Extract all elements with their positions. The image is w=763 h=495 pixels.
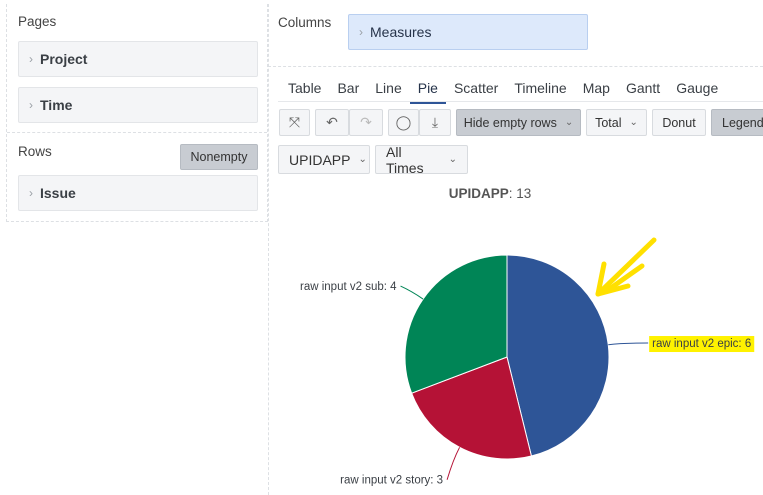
chevron-down-icon: ⌄: [448, 154, 457, 165]
dimension-label: Measures: [370, 24, 432, 40]
pie-leader-line-2: [400, 285, 424, 300]
chevron-down-icon: ⌄: [564, 117, 574, 128]
download-button[interactable]: ⤓: [419, 109, 451, 136]
selector-label: All Times: [386, 143, 424, 176]
page-dimension-project[interactable]: › Project: [18, 41, 258, 77]
row-dimension-issue[interactable]: › Issue: [18, 175, 258, 211]
comment-button[interactable]: ◯: [388, 109, 419, 136]
chevron-right-icon: ›: [29, 186, 33, 200]
annotation-arrow-icon: [595, 237, 657, 297]
pie-leader-line-0: [608, 342, 649, 346]
tabs-underline: [278, 101, 763, 102]
rows-title: Rows: [18, 144, 52, 159]
pie-chart: raw input v2 epic: 6 raw input v2 story: …: [300, 237, 755, 487]
hide-empty-rows-dropdown[interactable]: Hide empty rows ⌄: [456, 109, 581, 136]
chevron-down-icon: ⌄: [358, 154, 367, 165]
dimension-label: Time: [40, 97, 73, 113]
pages-title: Pages: [18, 14, 57, 29]
download-icon: ⤓: [431, 114, 439, 130]
total-label: Total: [595, 115, 622, 130]
columns-title: Columns: [278, 15, 332, 30]
dimension-label: Project: [40, 51, 88, 67]
expand-icon: ⤧: [288, 114, 301, 130]
chevron-right-icon: ›: [29, 52, 33, 66]
hide-empty-rows-label: Hide empty rows: [463, 115, 557, 130]
page-dimension-time[interactable]: › Time: [18, 87, 258, 123]
pane-separator: [268, 4, 269, 495]
expand-button[interactable]: ⤧: [279, 109, 310, 136]
selector-label: UPIDAPP: [289, 151, 351, 168]
pie-data-label-2: raw input v2 sub: 4: [300, 281, 397, 293]
chart-title: UPIDAPP: 13: [420, 186, 560, 201]
donut-button[interactable]: Donut: [652, 109, 706, 136]
pie-data-label-1: raw input v2 story: 3: [340, 475, 443, 487]
page-time-selector[interactable]: All Times ⌄: [375, 143, 468, 176]
undo-button[interactable]: ↶: [315, 109, 349, 136]
pages-rows-divider: [7, 132, 267, 133]
nonempty-button[interactable]: Nonempty: [180, 144, 258, 170]
column-dimension-measures[interactable]: › Measures: [348, 14, 588, 50]
chart-title-value: : 13: [508, 186, 532, 201]
pie-leader-line-1: [446, 447, 461, 480]
left-pane: Pages › Project › Time Rows Nonempty › I…: [6, 4, 268, 222]
chevron-down-icon: ⌄: [629, 117, 638, 128]
dimension-label: Issue: [40, 185, 76, 201]
chart-title-name: UPIDAPP: [448, 186, 509, 201]
undo-icon: ↶: [326, 114, 338, 130]
redo-icon: ↷: [360, 114, 372, 130]
columns-divider: [268, 66, 763, 67]
page-project-selector[interactable]: UPIDAPP ⌄: [278, 145, 370, 174]
comment-icon: ◯: [395, 114, 412, 130]
legend-button[interactable]: Legend: [711, 109, 763, 136]
chevron-right-icon: ›: [29, 98, 33, 112]
pie-data-label-0: raw input v2 epic: 6: [652, 338, 751, 350]
redo-button[interactable]: ↷: [349, 109, 383, 136]
total-dropdown[interactable]: Total ⌄: [586, 109, 647, 136]
chevron-right-icon: ›: [359, 25, 363, 39]
